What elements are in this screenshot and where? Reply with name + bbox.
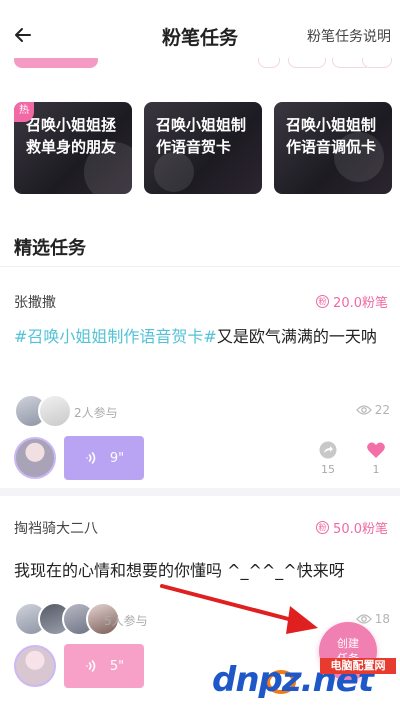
section-gap: [0, 488, 400, 496]
share-action[interactable]: 15: [313, 441, 343, 476]
featured-task-card[interactable]: 召唤小姐姐制作语音调侃卡: [274, 102, 392, 194]
responder-avatar[interactable]: [14, 437, 56, 479]
post-author[interactable]: 张撒撒: [14, 292, 56, 312]
post-text: 我现在的心情和想要的你懂吗 ^_^^_^快来呀: [14, 556, 388, 586]
reward-label: 粉 50.0粉笔: [316, 518, 388, 537]
participant-avatars[interactable]: [14, 394, 72, 428]
participant-count: 5人参与: [104, 614, 148, 628]
task-help-link[interactable]: 粉笔任务说明: [307, 26, 391, 46]
banner-chip[interactable]: [362, 58, 392, 68]
banner-chip[interactable]: [258, 58, 280, 68]
banner-strip: [0, 58, 400, 78]
view-count: 18: [355, 612, 390, 626]
sound-wave-icon: [86, 660, 96, 672]
reward-amount: 20.0粉笔: [333, 296, 388, 311]
sound-wave-icon: [86, 452, 96, 464]
view-count: 22: [355, 403, 390, 417]
reward-amount: 50.0粉笔: [333, 522, 388, 537]
like-action[interactable]: 1: [361, 441, 391, 476]
featured-task-title: 召唤小姐姐拯救单身的朋友: [26, 116, 117, 156]
reward-icon: 粉: [316, 295, 330, 308]
create-task-label-line1: 创建: [337, 637, 359, 650]
voice-message-button[interactable]: 5": [64, 644, 144, 688]
participant-avatars[interactable]: [14, 602, 120, 636]
reward-label: 粉 20.0粉笔: [316, 292, 388, 311]
banner-pill[interactable]: [14, 58, 98, 68]
post-body: 又是欧气满满的一天呐: [216, 327, 377, 346]
share-icon: [319, 441, 337, 459]
view-number: 22: [374, 403, 390, 417]
heart-icon: [367, 442, 385, 458]
featured-task-title: 召唤小姐姐制作语音调侃卡: [286, 116, 377, 156]
post-author[interactable]: 掏裆骑大二八: [14, 518, 98, 538]
voice-message-button[interactable]: 9": [64, 436, 144, 480]
responder-avatar[interactable]: [14, 645, 56, 687]
share-count: 15: [321, 463, 335, 476]
post-body: 我现在的心情和想要的你懂吗 ^_^^_^快来呀: [14, 561, 345, 580]
voice-duration: 5": [109, 658, 125, 674]
featured-task-card[interactable]: 召唤小姐姐制作语音贺卡: [144, 102, 262, 194]
banner-chip[interactable]: [288, 58, 326, 68]
site-watermark: dnpz.net 电脑配置网: [212, 658, 398, 704]
watermark-sub: 电脑配置网: [320, 658, 396, 674]
participant-avatar: [38, 394, 72, 428]
reward-icon: 粉: [316, 521, 330, 534]
voice-duration: 9": [109, 450, 125, 466]
hashtag-link[interactable]: #召唤小姐姐制作语音贺卡#: [14, 327, 217, 346]
participant-count: 2人参与: [74, 406, 118, 420]
post-text: #召唤小姐姐制作语音贺卡#又是欧气满满的一天呐: [14, 322, 388, 352]
featured-task-card[interactable]: 召唤小姐姐拯救单身的朋友 热: [14, 102, 132, 194]
view-number: 18: [374, 612, 390, 626]
featured-tasks: 召唤小姐姐拯救单身的朋友 热 召唤小姐姐制作语音贺卡 召唤小姐姐制作语音调侃卡: [14, 102, 394, 194]
eye-icon: [355, 405, 372, 415]
divider: [0, 266, 400, 267]
featured-task-title: 召唤小姐姐制作语音贺卡: [156, 116, 247, 156]
section-title: 精选任务: [14, 238, 86, 259]
like-count: 1: [372, 463, 380, 476]
card-background: [154, 152, 194, 192]
hot-badge: 热: [14, 102, 34, 122]
